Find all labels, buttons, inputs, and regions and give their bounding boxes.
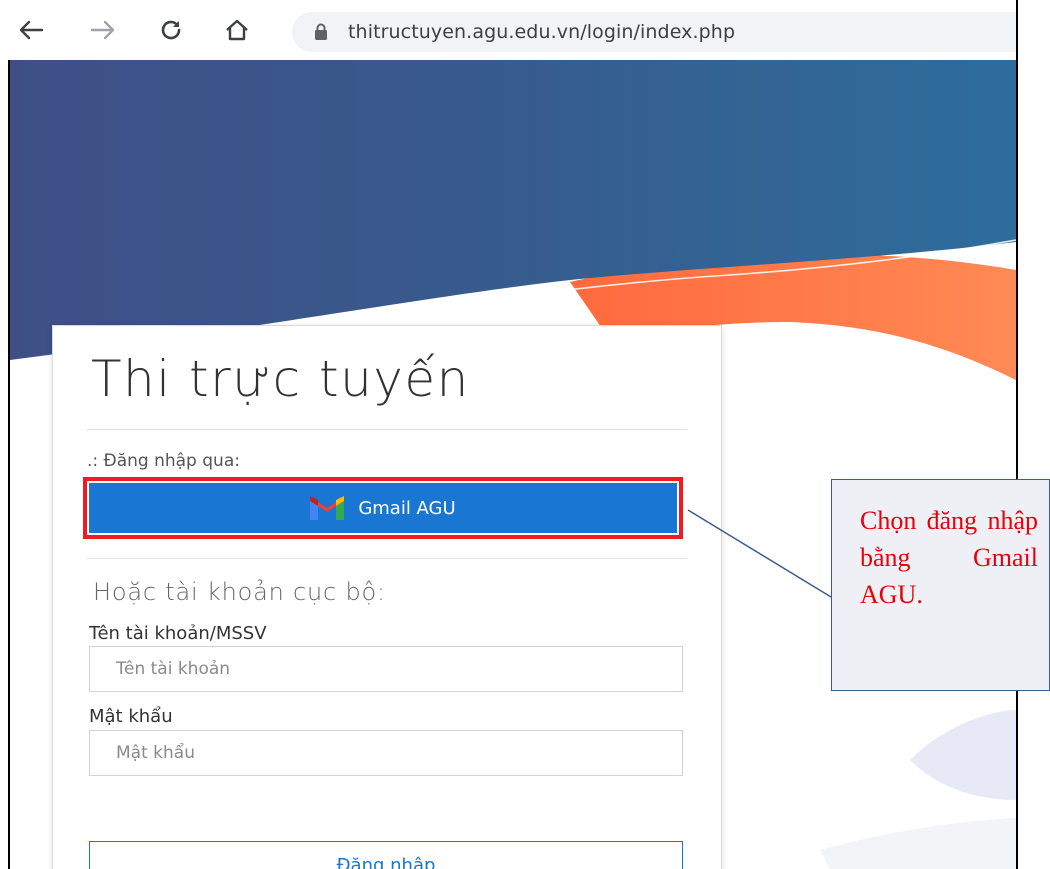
left-border (8, 60, 10, 869)
username-label: Tên tài khoản/MSSV (89, 623, 267, 644)
screenshot-frame: thitructuyen.agu.edu.vn/login/index.php (0, 0, 1050, 869)
lock-icon[interactable] (314, 23, 328, 41)
callout-text: Chọn đăng nhập bằng Gmail AGU. (860, 506, 1038, 609)
username-input[interactable] (89, 646, 683, 692)
page-viewport: Thi trực tuyến .: Đăng nhập qua: Gmail A… (10, 60, 1016, 869)
home-icon[interactable] (222, 12, 252, 48)
url-text[interactable]: thitructuyen.agu.edu.vn/login/index.php (348, 21, 735, 43)
password-label: Mật khẩu (89, 706, 173, 727)
browser-toolbar: thitructuyen.agu.edu.vn/login/index.php (0, 0, 1016, 60)
login-button[interactable]: Đăng nhập (89, 841, 683, 869)
login-card: Thi trực tuyến .: Đăng nhập qua: Gmail A… (52, 325, 722, 869)
title-divider (87, 429, 687, 430)
reload-icon[interactable] (156, 12, 186, 48)
right-border (1016, 0, 1018, 869)
password-input[interactable] (89, 730, 683, 776)
login-via-label: .: Đăng nhập qua: (87, 451, 240, 471)
forward-arrow-icon[interactable] (88, 12, 118, 48)
back-arrow-icon[interactable] (16, 12, 46, 48)
lavender-shape (910, 710, 1016, 800)
gmail-login-button[interactable]: Gmail AGU (89, 483, 677, 533)
local-account-heading: Hoặc tài khoản cục bộ: (93, 578, 386, 606)
faint-shape (820, 818, 1016, 869)
callout-box: Chọn đăng nhập bằng Gmail AGU. (831, 479, 1050, 691)
page-title: Thi trực tuyến (91, 350, 470, 408)
gmail-button-label: Gmail AGU (358, 497, 456, 519)
section-divider (87, 558, 687, 559)
gmail-icon (310, 496, 345, 520)
address-bar[interactable]: thitructuyen.agu.edu.vn/login/index.php (292, 12, 1016, 52)
